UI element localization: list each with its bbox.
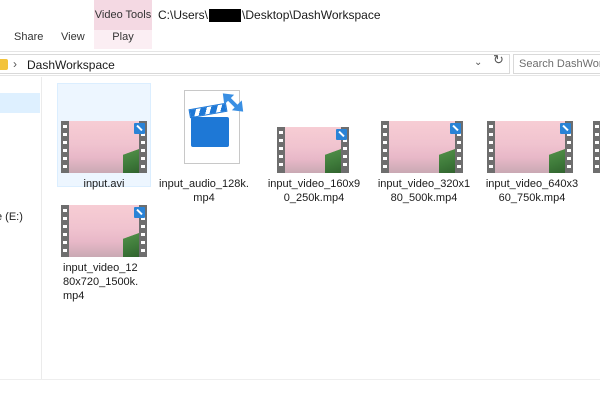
search-input[interactable] [519, 57, 600, 71]
title-path-suffix: \Desktop\DashWorkspace [242, 8, 381, 22]
file-item-input-avi[interactable]: input.avi [57, 83, 151, 190]
file-item-input-video-320x180[interactable]: input_video_320x180_500k.mp4 [377, 83, 473, 204]
video-tools-label: Video Tools [94, 9, 152, 21]
file-item-partial[interactable] [591, 83, 600, 203]
file-name: input_video_320x180_500k.mp4 [377, 178, 471, 204]
title-bar: Video Tools C:\Users\ \Desktop\DashWorks… [0, 0, 600, 30]
file-name: input_video_640x360_750k.mp4 [485, 178, 579, 204]
video-thumbnail-icon [61, 121, 147, 173]
video-thumbnail-icon [593, 121, 600, 173]
file-item-input-video-160x90[interactable]: input_video_160x90_250k.mp4 [268, 83, 367, 204]
file-name: input.avi [83, 178, 125, 190]
nav-item-drive-e[interactable]: e (E:) [0, 211, 23, 223]
file-name: input_audio_128k.mp4 [159, 178, 249, 204]
refresh-icon[interactable]: ↻ [493, 52, 504, 68]
search-box[interactable] [513, 54, 600, 74]
file-name: input_video_1280x720_1500k.mp4 [63, 262, 139, 302]
file-item-input-audio[interactable]: input_audio_128k.mp4 [157, 83, 251, 204]
chevron-right-icon[interactable]: › [13, 57, 17, 71]
address-bar[interactable]: › DashWorkspace ⌄ [0, 54, 510, 74]
tab-view[interactable]: View [61, 31, 85, 43]
ribbon-tabs: Share View Play [0, 30, 600, 49]
status-bar [0, 379, 600, 400]
chevron-down-icon[interactable]: ⌄ [474, 57, 482, 68]
address-bar-row: › DashWorkspace ⌄ ↻ [0, 51, 600, 76]
video-thumbnail-icon [61, 205, 147, 257]
media-badge-icon [450, 123, 461, 134]
file-name: input_video_160x90_250k.mp4 [267, 178, 361, 204]
expand-arrows-icon [217, 88, 249, 117]
redacted-username [209, 8, 242, 22]
nav-selected-item[interactable] [0, 93, 40, 113]
breadcrumb-current-folder[interactable]: DashWorkspace [27, 58, 115, 72]
file-item-input-video-1280x720[interactable]: input_video_1280x720_1500k.mp4 [57, 199, 151, 329]
file-list[interactable]: input.avi input_audio_128k.mp4 input_vid… [43, 77, 600, 379]
window-title: C:\Users\ \Desktop\DashWorkspace [158, 8, 381, 22]
media-badge-icon [134, 123, 145, 134]
media-badge-icon [134, 207, 145, 218]
folder-icon [0, 59, 8, 70]
video-thumbnail-icon [277, 127, 349, 173]
tab-share[interactable]: Share [14, 31, 43, 43]
video-thumbnail-icon [487, 121, 573, 173]
media-badge-icon [336, 129, 347, 140]
media-badge-icon [560, 123, 571, 134]
tab-play[interactable]: Play [94, 30, 152, 49]
file-item-input-video-640x360[interactable]: input_video_640x360_750k.mp4 [485, 83, 579, 204]
video-thumbnail-icon [381, 121, 463, 173]
video-tools-context-tab[interactable]: Video Tools [94, 0, 152, 30]
media-file-icon [181, 88, 249, 166]
navigation-pane[interactable]: e (E:) [0, 77, 42, 379]
title-path-prefix: C:\Users\ [158, 8, 209, 22]
